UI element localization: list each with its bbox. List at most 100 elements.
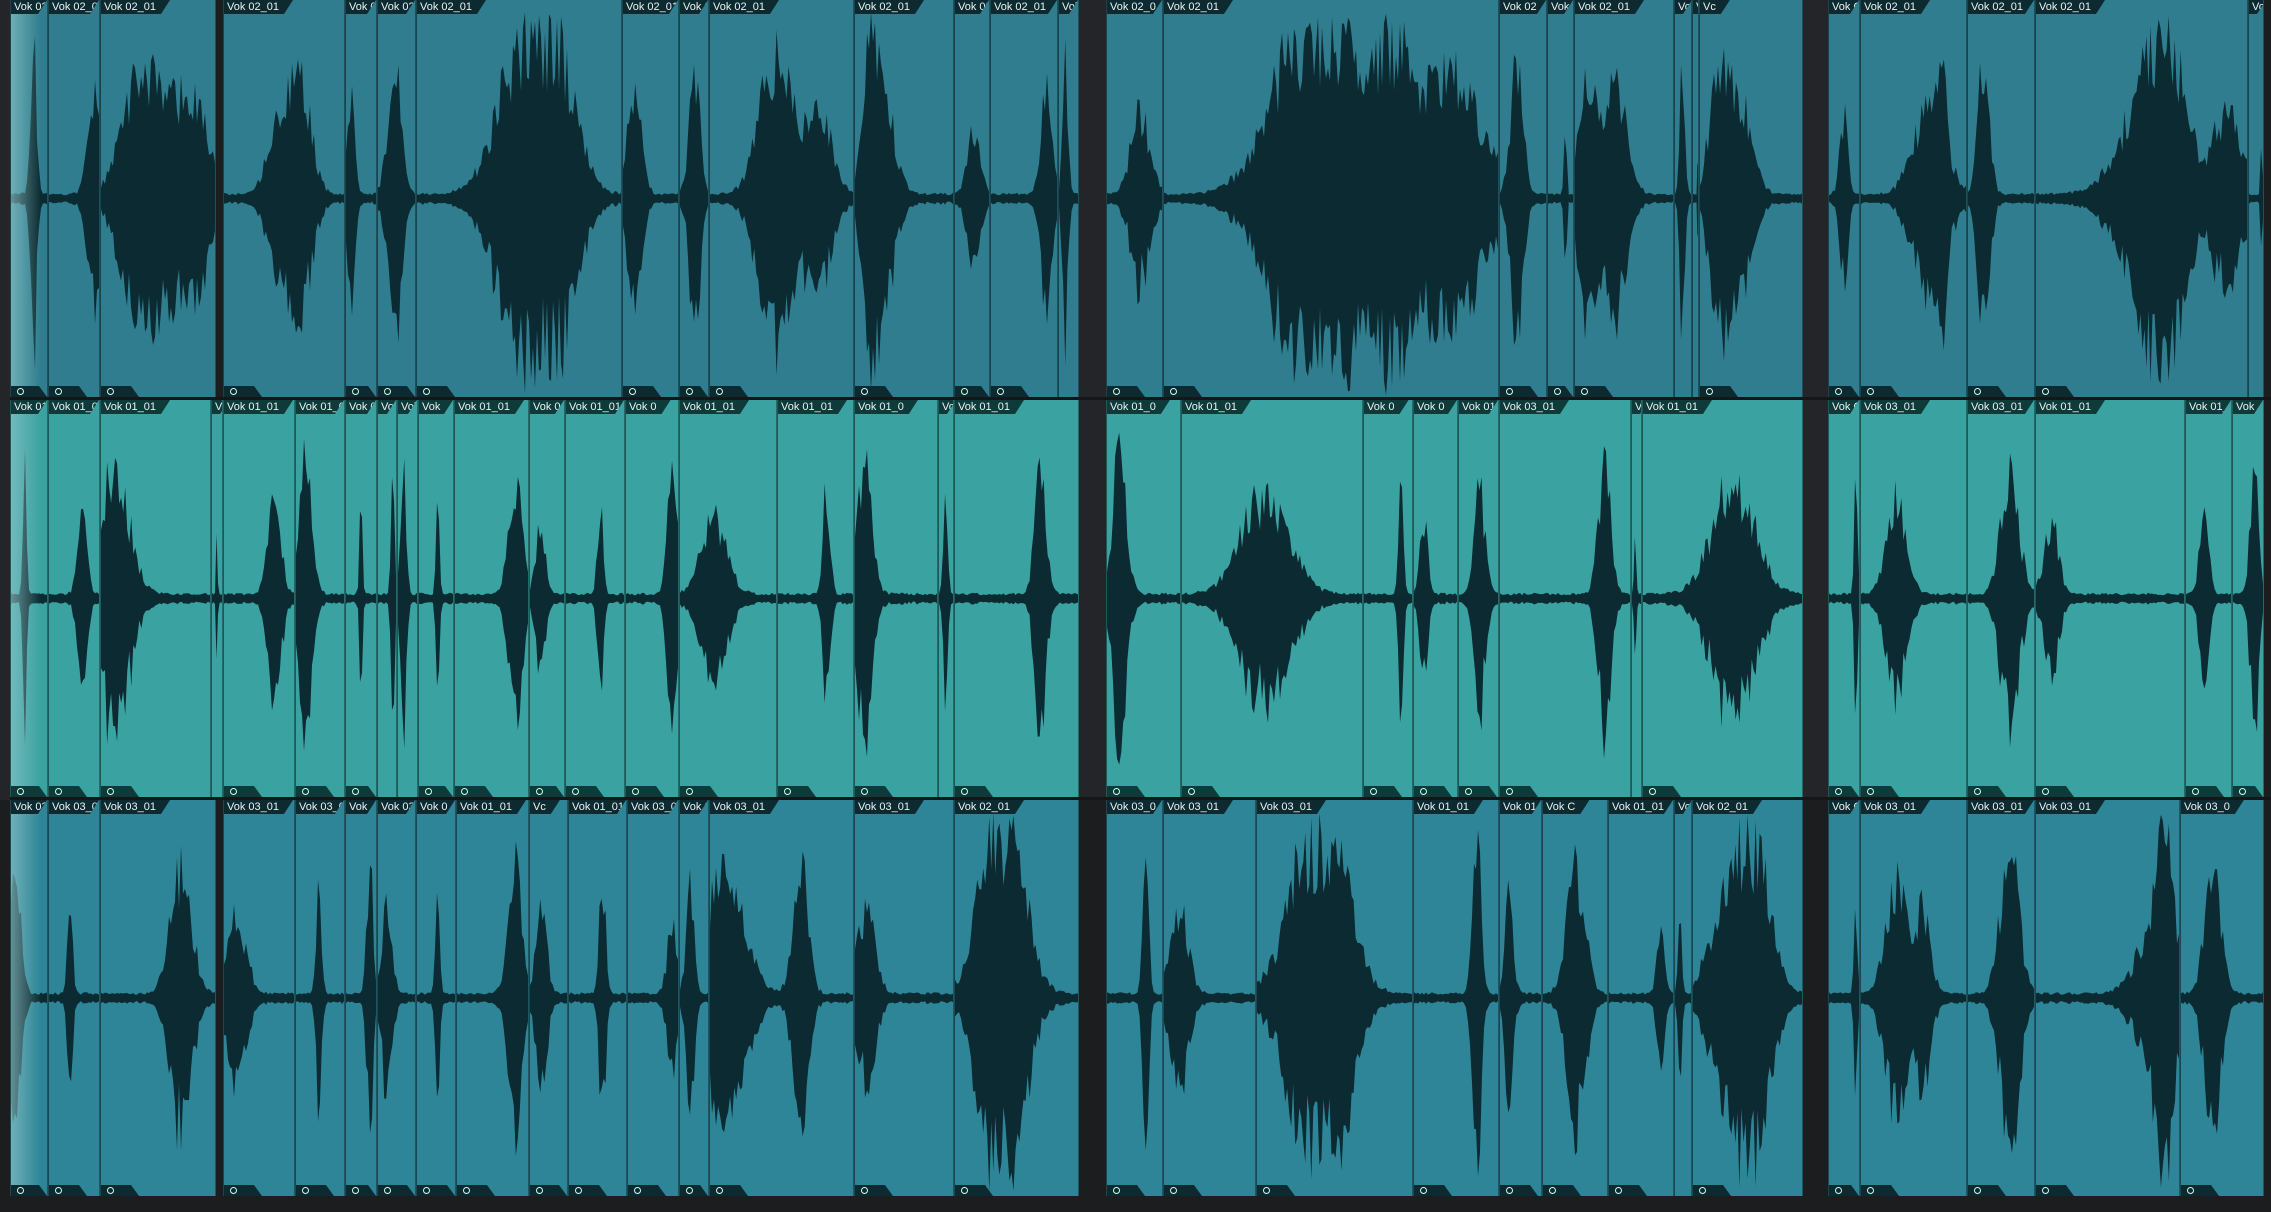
region-name[interactable]: Vok 02_01 [1968, 0, 2034, 14]
region-name[interactable]: Vok 03_01 [2036, 800, 2105, 814]
audio-region[interactable]: Vok 02 [1547, 0, 1574, 397]
audio-region[interactable]: Vok 03_01 [1860, 800, 1967, 1196]
audio-region[interactable]: Vok 01 [1458, 400, 1499, 797]
audio-region[interactable]: Vok 02_01 [1692, 800, 1803, 1196]
region-name[interactable]: Vok 01_01 [1643, 400, 1712, 414]
audio-region[interactable]: Vc [529, 800, 568, 1196]
audio-region[interactable]: Vok 01 [529, 400, 565, 797]
region-name[interactable]: Vok 03_01 [1861, 800, 1930, 814]
region-name[interactable]: Vok 02_01 [991, 0, 1057, 14]
audio-region[interactable]: Vok 01_0 [854, 400, 938, 797]
audio-region[interactable]: V [1631, 400, 1642, 797]
audio-region[interactable]: Vok 0 [1413, 400, 1458, 797]
region-name[interactable]: Vok 01_01 [457, 800, 526, 814]
audio-region[interactable]: Vok 03_01 [100, 800, 216, 1196]
audio-region[interactable]: Vok 01_01 [954, 400, 1079, 797]
audio-region[interactable]: Vok 02 [954, 0, 990, 397]
audio-region[interactable]: Vok 03_01 [709, 800, 854, 1196]
region-name[interactable]: Vok 02_01 [1575, 0, 1644, 14]
audio-region[interactable]: Vok 01_0 [295, 400, 345, 797]
track-lane-top[interactable]: Vok 02 Vok 02_0 Vok 02_01 Vok 02_01 Vok 0 Vok… [0, 0, 2271, 397]
region-name[interactable]: Vok 03_01 [1861, 400, 1930, 414]
region-name[interactable]: V [1632, 400, 1642, 414]
region-name[interactable]: Vok 01_01 [455, 400, 524, 414]
audio-region[interactable]: Vok 02_01 [223, 0, 345, 397]
audio-region[interactable]: Vok 02 [679, 0, 709, 397]
audio-region[interactable]: Vok C [1542, 800, 1608, 1196]
audio-region[interactable]: Vok C [1828, 0, 1860, 397]
region-name[interactable]: Vok 01_01 [2036, 400, 2105, 414]
region-name[interactable]: Vok 03_01 [1968, 400, 2034, 414]
audio-region[interactable]: Vok 03_01 [1499, 400, 1631, 797]
region-name[interactable]: Vok 03_0 [1107, 800, 1162, 814]
audio-region[interactable]: Vok 03_01 [1967, 800, 2035, 1196]
audio-region[interactable]: Vok [1058, 0, 1079, 397]
region-name[interactable]: Vok 03_01 [855, 800, 924, 814]
audio-region[interactable]: Vok 01_0 [48, 400, 100, 797]
audio-region[interactable]: Vok [377, 400, 397, 797]
audio-region[interactable]: Vok 02 [10, 0, 48, 397]
region-name[interactable]: Vok 01_01 [566, 400, 624, 414]
audio-region[interactable]: Vok 01 [10, 400, 48, 797]
audio-region[interactable]: Vok 0 [679, 800, 709, 1196]
region-name[interactable]: Vok 02_0 [1107, 0, 1162, 14]
audio-region[interactable]: Vok 01_0 [1106, 400, 1181, 797]
track-lane-bottom[interactable]: Vok 03 Vok 03_0 Vok 03_01 Vok 03_01 Vok 03_0… [0, 800, 2271, 1196]
region-name[interactable]: Vok 02_01 [623, 0, 678, 14]
audio-region[interactable]: Vok 02_01 [1163, 0, 1499, 397]
audio-region[interactable]: Vo [1692, 0, 1699, 397]
region-name[interactable]: Vok 03_01 [1500, 400, 1569, 414]
region-name[interactable]: Vok 01_01 [101, 400, 170, 414]
audio-region[interactable]: Vok 03_01 [1256, 800, 1413, 1196]
audio-region[interactable]: Vok 01_01 [456, 800, 529, 1196]
audio-region[interactable]: Vok [345, 800, 377, 1196]
region-name[interactable]: Vok 01_01 [680, 400, 749, 414]
audio-region[interactable]: Vok C [1828, 400, 1860, 797]
audio-region[interactable]: Vok 01_01 [568, 800, 627, 1196]
audio-region[interactable]: Vok 02_01 [1574, 0, 1674, 397]
audio-region[interactable]: Vok 01_01 [1642, 400, 1803, 797]
audio-region[interactable]: Vok C [1828, 800, 1860, 1196]
audio-region[interactable]: Vok 01_ [2185, 400, 2232, 797]
region-name[interactable]: Vok 02_01 [2036, 0, 2105, 14]
audio-region[interactable]: Vok [397, 400, 418, 797]
audio-region[interactable]: Vok 01_01 [565, 400, 625, 797]
region-name[interactable]: Vok 02_01 [1164, 0, 1233, 14]
audio-region[interactable]: Vok 01_01 [100, 400, 211, 797]
region-name[interactable]: Vok 03_01 [710, 800, 779, 814]
audio-region[interactable]: Vok 02_01 [1860, 0, 1967, 397]
region-name[interactable]: Vok 01_01 [569, 800, 626, 814]
audio-region[interactable]: Vok 03_0 [1106, 800, 1163, 1196]
audio-region[interactable]: Vok 03_01 [627, 800, 679, 1196]
audio-region[interactable]: Vc [1699, 0, 1803, 397]
audio-region[interactable]: Vok 03 [377, 800, 416, 1196]
audio-region[interactable]: Vok 01_01 [223, 400, 295, 797]
audio-region[interactable]: Vok 01_01 [454, 400, 529, 797]
audio-region[interactable]: Vok [2248, 0, 2264, 397]
region-name[interactable]: Vok 02_01 [417, 0, 486, 14]
region-name[interactable]: Vok 01_01 [1182, 400, 1251, 414]
audio-region[interactable]: Vok 0 [625, 400, 679, 797]
region-name[interactable]: Vok 02_01 [855, 0, 924, 14]
audio-region[interactable]: Vok 03_01 [1967, 400, 2035, 797]
audio-region[interactable]: Vok 02_01 [1967, 0, 2035, 397]
region-name[interactable]: Vok 01_01 [1414, 800, 1483, 814]
audio-region[interactable]: Vok 02_01 [2035, 0, 2248, 397]
track-lane-mid[interactable]: Vok 01Vok 01_0Vok 01_01VoVok 01_01Vok 01… [0, 400, 2271, 797]
audio-region[interactable]: Vok [2232, 400, 2264, 797]
region-name[interactable]: Vok 01_01 [955, 400, 1024, 414]
audio-region[interactable]: Vok 0 [416, 800, 456, 1196]
audio-region[interactable]: Vok [1674, 0, 1692, 397]
audio-region[interactable]: Vok 02_01 [416, 0, 622, 397]
audio-region[interactable]: Vok 03_0 [295, 800, 345, 1196]
audio-region[interactable]: Vok 01_01 [1608, 800, 1674, 1196]
region-name[interactable]: Vok 02_01 [224, 0, 293, 14]
region-name[interactable]: Vok 02_01 [955, 800, 1024, 814]
audio-region[interactable]: Vok 02_01 [622, 0, 679, 397]
audio-region[interactable]: Vok 03_01 [854, 800, 954, 1196]
region-name[interactable]: Vok 03_01 [1968, 800, 2034, 814]
audio-region[interactable]: Vok 03_01 [1860, 400, 1967, 797]
audio-region[interactable]: Vok 0 [1363, 400, 1413, 797]
audio-region[interactable]: Vok 01_01 [679, 400, 777, 797]
audio-region[interactable]: Vok 03_01 [223, 800, 295, 1196]
